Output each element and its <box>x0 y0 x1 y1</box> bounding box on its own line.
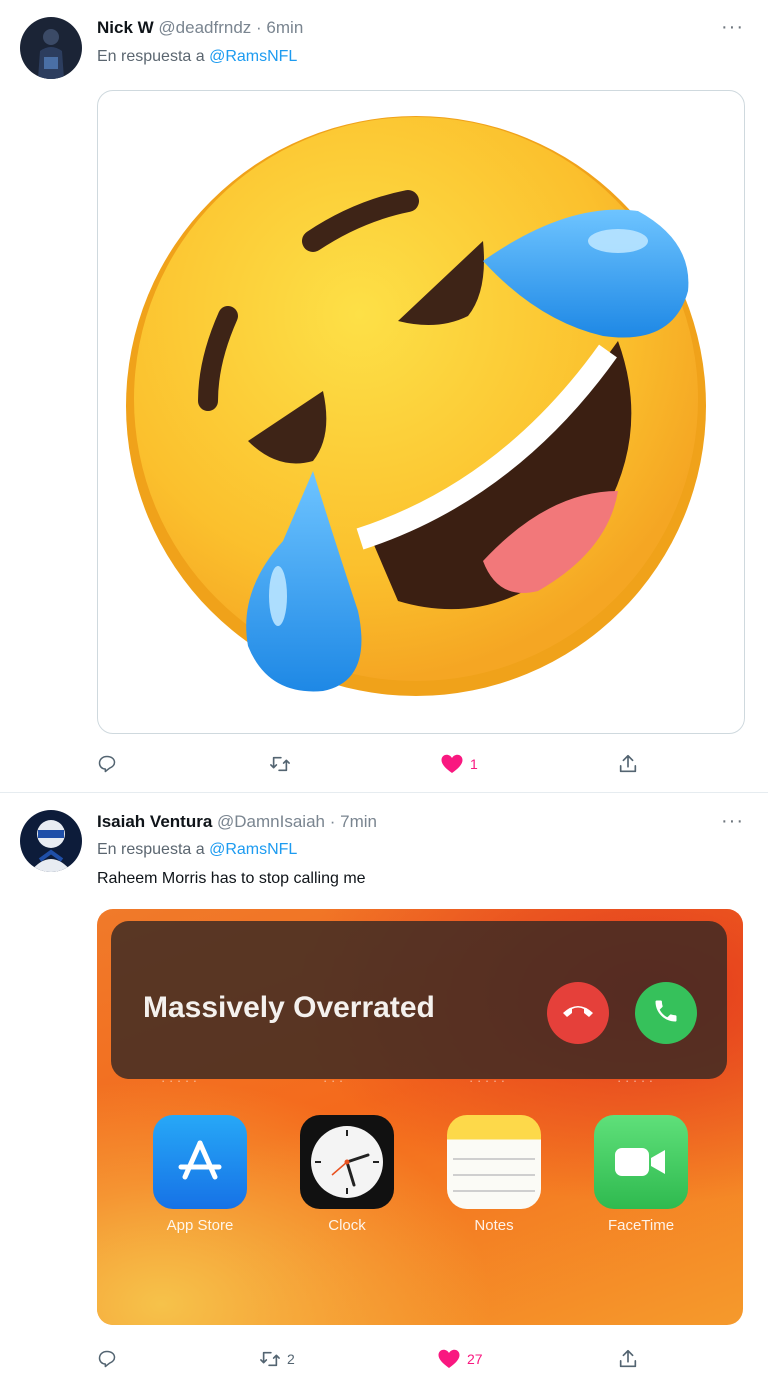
facetime-app[interactable]: FaceTime <box>594 1115 688 1234</box>
timestamp[interactable]: 6min <box>266 18 303 37</box>
clock-app[interactable]: Clock <box>300 1115 394 1234</box>
app-label: FaceTime <box>607 1217 675 1234</box>
laughing-emoji-image <box>98 91 744 731</box>
display-name[interactable]: Nick W <box>97 18 154 37</box>
reply-context: En respuesta a @RamsNFL <box>97 841 297 859</box>
heart-icon <box>437 1348 461 1370</box>
notes-app[interactable]: Notes <box>447 1115 541 1234</box>
decline-call-button[interactable] <box>547 982 609 1044</box>
tweet-actions: 1 <box>97 751 657 777</box>
phone-hangup-icon <box>561 1001 595 1026</box>
caller-name: Massively Overrated <box>143 991 435 1024</box>
tweet[interactable]: Nick W @deadfrndz · 6min ··· En respuest… <box>0 0 768 793</box>
more-icon[interactable]: ··· <box>721 810 744 833</box>
reply-prefix: En respuesta a <box>97 48 205 65</box>
notes-icon <box>447 1115 541 1209</box>
app-label: App Store <box>166 1217 234 1234</box>
timestamp[interactable]: 7min <box>340 812 377 831</box>
tweet-actions: 2 27 <box>97 1346 657 1372</box>
app-label: Notes <box>474 1217 514 1234</box>
reply-button[interactable] <box>97 751 117 777</box>
retweet-button[interactable] <box>269 751 297 777</box>
reply-context: En respuesta a @RamsNFL <box>97 48 297 66</box>
app-label: Clock <box>328 1217 366 1234</box>
retweet-icon <box>269 754 291 774</box>
reply-icon <box>97 1349 117 1369</box>
phone-icon <box>652 997 680 1030</box>
like-count: 1 <box>470 756 478 772</box>
heart-icon <box>440 753 464 775</box>
reply-icon <box>97 754 117 774</box>
incoming-call-banner: Massively Overrated <box>111 921 727 1079</box>
avatar[interactable] <box>20 17 82 79</box>
retweet-icon <box>259 1349 281 1369</box>
app-store-app[interactable]: App Store <box>153 1115 247 1234</box>
user-handle[interactable]: @DamnIsaiah <box>217 812 325 831</box>
more-icon[interactable]: ··· <box>721 16 744 39</box>
reply-mention[interactable]: @RamsNFL <box>209 48 297 65</box>
share-button[interactable] <box>617 1346 639 1372</box>
like-button[interactable]: 1 <box>440 751 478 777</box>
tweet-header: Isaiah Ventura @DamnIsaiah · 7min <box>97 812 377 832</box>
like-button[interactable]: 27 <box>437 1346 483 1372</box>
reply-mention[interactable]: @RamsNFL <box>209 841 297 858</box>
tweet-media[interactable] <box>97 90 745 734</box>
retweet-button[interactable]: 2 <box>259 1346 295 1372</box>
reply-prefix: En respuesta a <box>97 841 205 858</box>
separator: · <box>256 18 267 37</box>
user-handle[interactable]: @deadfrndz <box>158 18 251 37</box>
tweet-media[interactable]: Massively Overrated · · · · · · · · · · … <box>97 909 743 1325</box>
share-icon <box>617 753 639 775</box>
retweet-count: 2 <box>287 1351 295 1367</box>
tweet[interactable]: Isaiah Ventura @DamnIsaiah · 7min ··· En… <box>0 793 768 1381</box>
tweet-text: Raheem Morris has to stop calling me <box>97 870 366 887</box>
tweet-header: Nick W @deadfrndz · 6min <box>97 18 303 38</box>
app-store-icon <box>153 1115 247 1209</box>
video-camera-icon <box>594 1115 688 1209</box>
accept-call-button[interactable] <box>635 982 697 1044</box>
share-icon <box>617 1348 639 1370</box>
display-name[interactable]: Isaiah Ventura <box>97 812 212 831</box>
clock-icon <box>300 1115 394 1209</box>
obscured-app-labels: · · · · · · · · · · · · · · · · · · <box>161 1073 654 1088</box>
reply-button[interactable] <box>97 1346 117 1372</box>
like-count: 27 <box>467 1351 483 1367</box>
separator: · <box>329 812 341 831</box>
share-button[interactable] <box>617 751 639 777</box>
avatar[interactable] <box>20 810 82 872</box>
